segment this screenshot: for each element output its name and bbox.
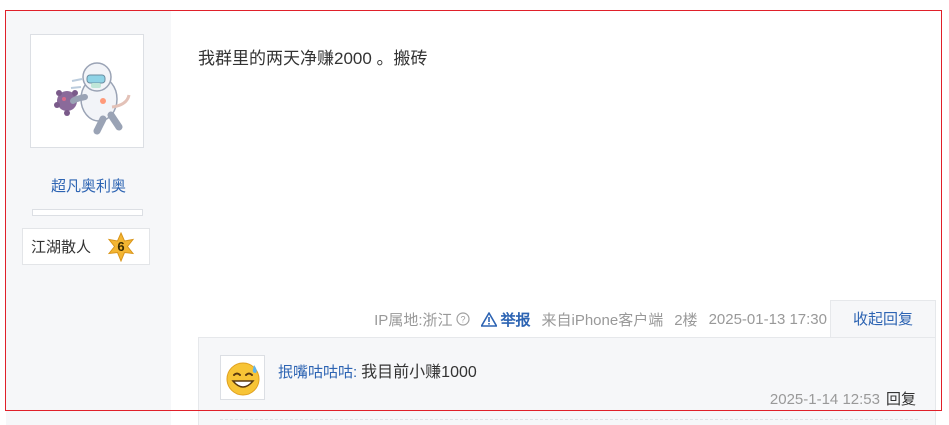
author-level-badge[interactable]: 江湖散人 6 [22,228,150,265]
reply-timestamp: 2025-1-14 12:53 [769,391,880,408]
author-name-bar [32,209,143,216]
help-circle-icon[interactable]: ? [456,312,471,326]
warning-triangle-icon [481,311,498,327]
reply-button[interactable]: 回复 [886,391,916,408]
ip-location: IP属地:浙江 [374,311,453,329]
reply-user-link[interactable]: 抿嘴咕咕咕: [278,364,357,381]
reply-area: 抿嘴咕咕咕: 我目前小赚1000 2025-1-14 12:53 回复 [198,337,936,425]
reply-time-row: 2025-1-14 12:53 回复 [770,388,916,409]
post-content: 我群里的两天净赚2000 。搬砖 [198,49,428,68]
reply-divider [220,419,918,420]
post-floor: 2楼 [674,311,698,329]
post-source: 来自iPhone客户端 [541,311,664,329]
author-name-link[interactable]: 超凡奥利奥 [6,175,171,196]
collapse-reply-button[interactable]: 收起回复 [830,300,936,338]
level-star-icon: 6 [106,231,136,262]
astronaut-sticker-avatar-icon [54,62,131,135]
report-label: 举报 [500,311,531,329]
report-button[interactable]: 举报 [481,309,531,330]
forum-post-page: 超凡奥利奥 江湖散人 6 我群里的两天净赚2000 。搬砖 IP属地:浙江 ? [0,0,949,425]
reply-line: 抿嘴咕咕咕: 我目前小赚1000 [278,358,477,382]
post-meta-row: IP属地:浙江 ? 举报 来自iPhone客户端 2楼 2025-01-13 1… [374,308,827,330]
reply-avatar[interactable] [220,355,265,400]
author-column: 超凡奥利奥 江湖散人 6 [6,11,171,425]
level-number: 6 [117,238,125,254]
reply-text: 我目前小赚1000 [361,364,477,381]
svg-text:?: ? [461,315,466,325]
author-avatar[interactable] [30,34,144,148]
level-title: 江湖散人 [31,239,92,256]
post-timestamp: 2025-01-13 17:30 [708,310,827,328]
sweat-smile-emoji-icon [226,362,259,395]
